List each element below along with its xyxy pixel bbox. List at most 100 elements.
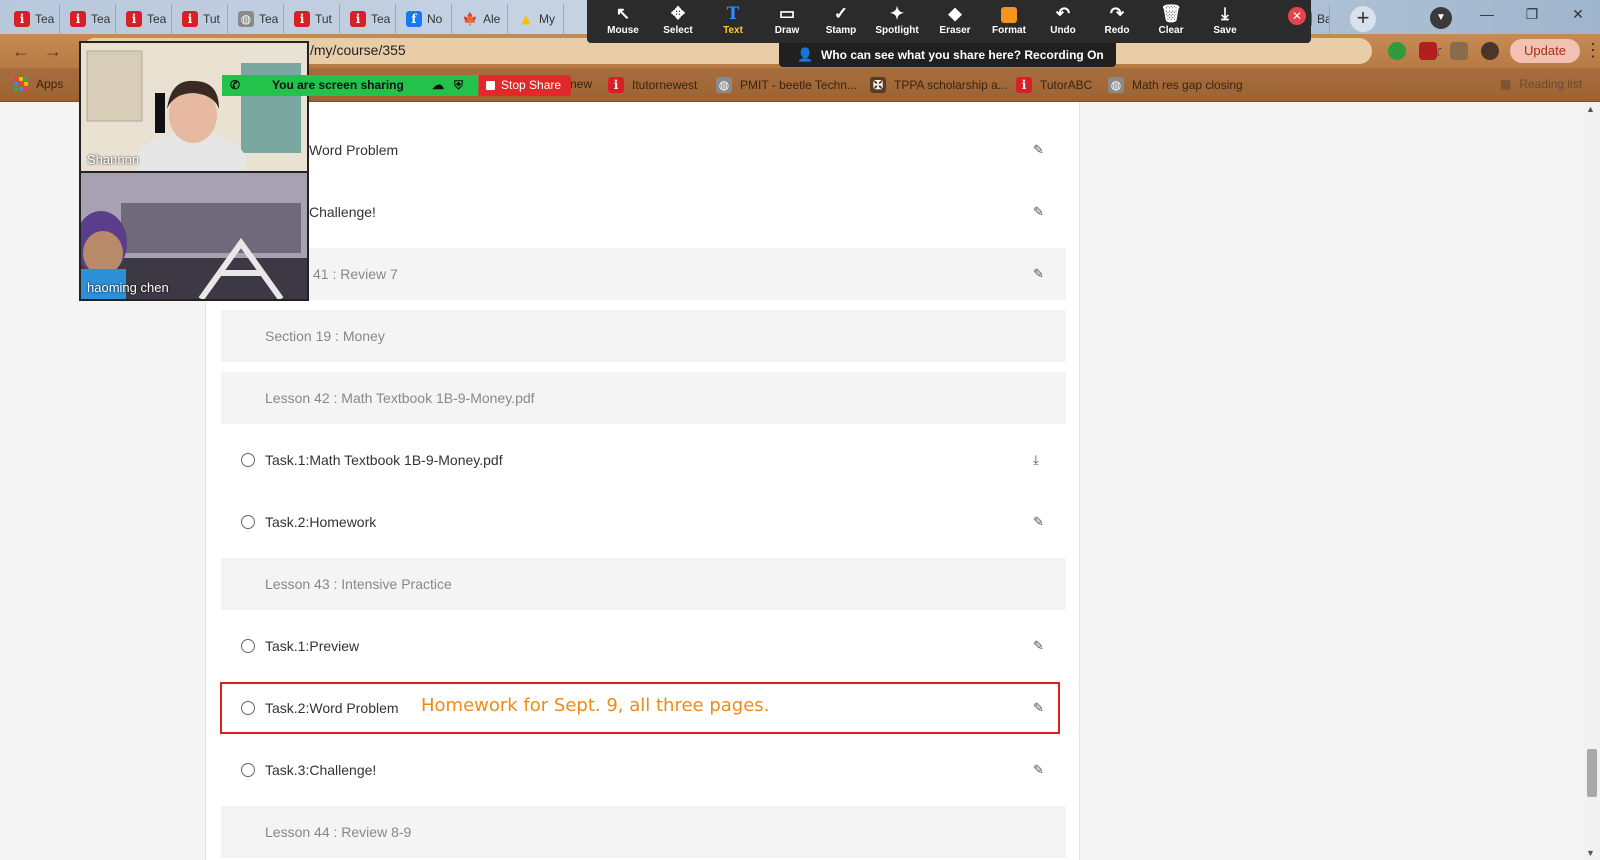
tab-search-icon[interactable]: ▼	[1430, 7, 1452, 29]
edit-pencil-icon[interactable]: ✎	[1033, 124, 1044, 176]
mouse-icon: ↖	[615, 4, 631, 23]
course-content-panel: Word Problem ✎ Challenge! ✎ 41 : Review 7 ✎ Se…	[205, 102, 1080, 860]
save-icon: ⤓	[1221, 4, 1229, 23]
scroll-down-icon[interactable]: ▼	[1586, 848, 1595, 858]
task-row[interactable]: Task.2:Homework ✎	[221, 496, 1066, 548]
bookmark-item[interactable]: ◍ PMIT - beetle Techn...	[716, 77, 857, 93]
undo-icon: ↶	[1055, 4, 1071, 23]
task-status-radio[interactable]	[241, 515, 255, 529]
task-status-radio[interactable]	[241, 453, 255, 467]
screen-sharing-indicator[interactable]: ✆ You are screen sharing ☁ ⛨	[222, 75, 478, 96]
browser-tab[interactable]: i Tea	[64, 4, 116, 34]
task-status-radio[interactable]	[241, 639, 255, 653]
minimize-icon[interactable]: —	[1465, 0, 1509, 30]
zoom-tool-spotlight[interactable]: ✦ Spotlight	[869, 3, 925, 36]
browser-tab[interactable]: i Tea	[8, 4, 60, 34]
bookmark-item[interactable]: ✠ TPPA scholarship a...	[870, 77, 1008, 93]
close-window-icon[interactable]: ✕	[1556, 0, 1600, 30]
bookmark-label: Itutornewest	[632, 78, 698, 92]
zoom-tool-undo[interactable]: ↶ Undo	[1035, 3, 1091, 36]
restore-icon[interactable]: ❐	[1510, 0, 1554, 30]
back-icon[interactable]: ←	[10, 40, 32, 62]
zoom-tool-label: Spotlight	[875, 25, 919, 36]
zoom-tool-eraser[interactable]: ◆ Eraser	[927, 3, 983, 36]
task-row[interactable]: Challenge! ✎	[221, 186, 1066, 238]
format-icon	[981, 3, 1037, 25]
browser-menu-icon[interactable]: ⋮	[1584, 40, 1600, 61]
share-privacy-banner[interactable]: 👤 Who can see what you share here? Recor…	[779, 43, 1116, 67]
itutor-icon: i	[350, 11, 366, 27]
scroll-thumb[interactable]	[1587, 749, 1597, 798]
zoom-tool-text[interactable]: T Text	[705, 3, 761, 36]
section-header-row[interactable]: Lesson 44 : Review 8-9	[221, 806, 1066, 858]
task-row[interactable]: Task.1:Math Textbook 1B-9-Money.pdf ⤓	[221, 434, 1066, 486]
zoom-tool-redo[interactable]: ↷ Redo	[1089, 3, 1145, 36]
zoom-tool-format[interactable]: Format	[981, 3, 1037, 36]
download-icon[interactable]: ⤓	[1033, 434, 1039, 486]
browser-tab[interactable]: i Tut	[288, 4, 340, 34]
section-header-row[interactable]: Section 19 : Money	[221, 310, 1066, 362]
video-tile[interactable]: Shannon	[81, 43, 307, 171]
scroll-up-icon[interactable]: ▲	[1586, 104, 1595, 114]
browser-tab[interactable]: i Tut	[176, 4, 228, 34]
extensions-puzzle-icon[interactable]	[1450, 42, 1468, 60]
reading-list-label: Reading list	[1519, 77, 1583, 91]
bookmark-label: TPPA scholarship a...	[894, 78, 1008, 92]
extension-ublock-icon[interactable]	[1419, 42, 1437, 60]
bookmark-item[interactable]: new	[570, 77, 592, 91]
itutor-icon: i	[14, 11, 30, 27]
tab-label: Tea	[259, 12, 279, 26]
tab-label: My	[539, 12, 555, 26]
zoom-tool-draw[interactable]: ▭ Draw	[759, 3, 815, 36]
edit-pencil-icon[interactable]: ✎	[1033, 496, 1044, 548]
browser-tab[interactable]: i Tea	[344, 4, 396, 34]
browser-tab[interactable]: f No	[400, 4, 452, 34]
page-scrollbar[interactable]: ▲ ▼	[1584, 102, 1600, 860]
browser-tab[interactable]: 🍁 Ale	[456, 4, 508, 34]
task-status-radio[interactable]	[241, 763, 255, 777]
bookmark-label: PMIT - beetle Techn...	[740, 78, 857, 92]
zoom-tool-label: Select	[663, 25, 693, 36]
new-tab-button[interactable]: +	[1350, 6, 1376, 32]
edit-pencil-icon[interactable]: ✎	[1033, 248, 1044, 300]
stamp-icon: ✓	[833, 4, 849, 23]
zoom-tool-stamp[interactable]: ✓ Stamp	[813, 3, 869, 36]
update-button[interactable]: Update	[1510, 39, 1580, 63]
section-header-row[interactable]: 41 : Review 7 ✎	[221, 248, 1066, 300]
task-row[interactable]: Task.1:Preview ✎	[221, 620, 1066, 672]
task-title: Task.2:Homework	[265, 514, 377, 530]
section-header-row[interactable]: Lesson 43 : Intensive Practice	[221, 558, 1066, 610]
edit-pencil-icon[interactable]: ✎	[1033, 620, 1044, 672]
edit-pencil-icon[interactable]: ✎	[1033, 186, 1044, 238]
tab-label: Tea	[147, 12, 167, 26]
reading-list-button[interactable]: ▦ Reading list	[1500, 77, 1582, 91]
bookmark-item[interactable]: Apps	[14, 77, 63, 91]
zoom-tool-save[interactable]: ⤓ Save	[1197, 3, 1253, 36]
reading-list-icon: ▦	[1500, 77, 1512, 91]
browser-tab[interactable]: ▲ My	[512, 4, 564, 34]
profile-avatar[interactable]	[1481, 42, 1499, 60]
task-row[interactable]: Word Problem ✎	[221, 124, 1066, 176]
browser-tab[interactable]: ◍ Tea	[232, 4, 284, 34]
extension-leaf-icon[interactable]	[1388, 42, 1406, 60]
section-title: Section 19 : Money	[265, 328, 385, 344]
edit-pencil-icon[interactable]: ✎	[1033, 744, 1044, 796]
zoom-tool-clear[interactable]: 🗑 Clear	[1143, 3, 1199, 36]
bookmark-item[interactable]: ◍ Math res gap closing	[1108, 77, 1243, 93]
section-header-row[interactable]: Lesson 42 : Math Textbook 1B-9-Money.pdf	[221, 372, 1066, 424]
stop-share-button[interactable]: Stop Share	[479, 75, 571, 96]
shield-icon: ⛨	[454, 78, 464, 92]
text-icon: T	[726, 4, 740, 24]
forward-icon[interactable]: →	[42, 40, 64, 62]
bookmark-item[interactable]: i TutorABC	[1016, 77, 1092, 93]
close-annotation-icon[interactable]: ✕	[1288, 7, 1306, 25]
browser-tab[interactable]: i Tea	[120, 4, 172, 34]
video-tile[interactable]: haoming chen	[81, 173, 307, 299]
task-row[interactable]: Task.3:Challenge! ✎	[221, 744, 1066, 796]
zoom-tool-select[interactable]: ✥ Select	[650, 3, 706, 36]
zoom-tool-mouse[interactable]: ↖ Mouse	[595, 3, 651, 36]
crest-icon: ✠	[870, 77, 886, 93]
zoom-tool-label: Draw	[774, 25, 800, 36]
bookmark-item[interactable]: i Itutornewest	[608, 77, 697, 93]
facebook-icon: f	[406, 11, 422, 27]
